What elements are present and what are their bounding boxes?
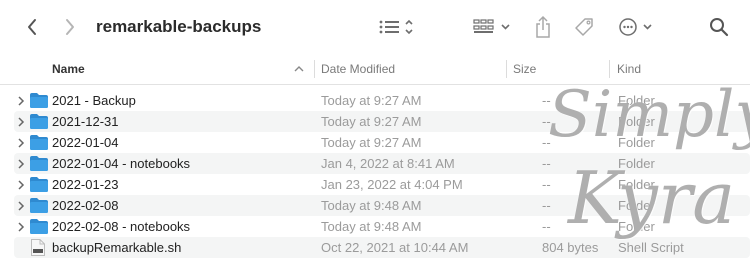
file-kind: Shell Script	[618, 240, 684, 255]
chevron-right-icon	[18, 179, 25, 190]
file-kind: Folder	[618, 135, 655, 150]
more-actions-button[interactable]	[616, 0, 658, 54]
column-header: Name Date Modified Size Kind	[0, 54, 750, 85]
disclosure-triangle[interactable]	[14, 174, 28, 195]
file-size: --	[542, 198, 551, 213]
folder-icon	[30, 219, 48, 234]
search-icon	[710, 18, 729, 37]
toolbar: remarkable-backups	[0, 0, 750, 54]
column-separator[interactable]	[609, 60, 610, 78]
file-row[interactable]: 2022-01-04 - notebooks Jan 4, 2022 at 8:…	[14, 153, 750, 174]
disclosure-triangle[interactable]	[14, 195, 28, 216]
disclosure-triangle[interactable]	[14, 132, 28, 153]
file-kind: Folder	[618, 177, 655, 192]
column-separator[interactable]	[314, 60, 315, 78]
tag-icon	[575, 18, 593, 36]
folder-icon	[30, 135, 48, 150]
shell-script-file-icon	[31, 239, 45, 256]
disclosure-triangle[interactable]	[14, 111, 28, 132]
chevron-right-icon	[18, 116, 25, 127]
folder-icon	[30, 177, 48, 192]
file-size: --	[542, 177, 551, 192]
disclosure-triangle[interactable]	[14, 153, 28, 174]
chevron-right-icon	[18, 200, 25, 211]
file-date: Today at 9:27 AM	[321, 93, 422, 108]
file-date: Jan 23, 2022 at 4:04 PM	[321, 177, 463, 192]
search-button[interactable]	[704, 0, 734, 54]
file-size: --	[542, 219, 551, 234]
group-icon	[473, 19, 510, 33]
file-name: 2021 - Backup	[52, 93, 136, 108]
file-row[interactable]: 2022-02-08 Today at 9:48 AM -- Folder	[14, 195, 750, 216]
disclosure-triangle[interactable]	[14, 90, 28, 111]
more-icon	[619, 18, 652, 36]
list-view-icon	[379, 19, 413, 35]
file-row[interactable]: 2022-01-04 Today at 9:27 AM -- Folder	[14, 132, 750, 153]
file-kind: Folder	[618, 198, 655, 213]
file-date: Oct 22, 2021 at 10:44 AM	[321, 240, 469, 255]
file-date: Today at 9:27 AM	[321, 114, 422, 129]
folder-icon	[30, 114, 48, 129]
file-kind: Folder	[618, 156, 655, 171]
file-date: Today at 9:48 AM	[321, 198, 422, 213]
file-row[interactable]: 2021-12-31 Today at 9:27 AM -- Folder	[14, 111, 750, 132]
chevron-right-icon	[66, 19, 74, 35]
folder-icon	[30, 93, 48, 108]
group-button[interactable]	[470, 0, 514, 54]
view-options-button[interactable]	[374, 0, 420, 54]
file-kind: Folder	[618, 114, 655, 129]
file-name: 2022-02-08 - notebooks	[52, 219, 191, 234]
folder-icon	[30, 198, 48, 213]
chevron-right-icon	[18, 137, 25, 148]
file-size: --	[542, 114, 551, 129]
file-size: --	[542, 135, 551, 150]
column-kind[interactable]: Kind	[617, 54, 641, 84]
folder-icon	[30, 156, 48, 171]
column-size[interactable]: Size	[513, 54, 536, 84]
file-size: 804 bytes	[542, 240, 599, 255]
file-name: 2022-02-08	[52, 198, 119, 213]
file-row[interactable]: 2022-01-23 Jan 23, 2022 at 4:04 PM -- Fo…	[14, 174, 750, 195]
column-date-modified[interactable]: Date Modified	[321, 54, 395, 84]
file-name: 2022-01-23	[52, 177, 119, 192]
column-name[interactable]: Name	[52, 54, 85, 84]
forward-button[interactable]	[56, 0, 84, 54]
file-date: Today at 9:48 AM	[321, 219, 422, 234]
share-button[interactable]	[530, 0, 556, 54]
chevron-right-icon	[18, 221, 25, 232]
file-kind: Folder	[618, 219, 655, 234]
tag-button[interactable]	[570, 0, 598, 54]
file-size: --	[542, 156, 551, 171]
file-name: backupRemarkable.sh	[52, 240, 182, 255]
chevron-right-icon	[18, 158, 25, 169]
file-row[interactable]: backupRemarkable.sh Oct 22, 2021 at 10:4…	[14, 237, 750, 258]
file-row[interactable]: 2021 - Backup Today at 9:27 AM -- Folder	[14, 90, 750, 111]
chevron-right-icon	[18, 95, 25, 106]
sort-ascending-icon[interactable]	[294, 65, 304, 73]
chevron-left-icon	[28, 19, 36, 35]
file-kind: Folder	[618, 93, 655, 108]
window-title: remarkable-backups	[96, 17, 262, 36]
disclosure-triangle[interactable]	[14, 216, 28, 237]
file-name: 2022-01-04 - notebooks	[52, 156, 191, 171]
file-date: Jan 4, 2022 at 8:41 AM	[321, 156, 455, 171]
back-button[interactable]	[18, 0, 46, 54]
column-separator[interactable]	[506, 60, 507, 78]
file-date: Today at 9:27 AM	[321, 135, 422, 150]
file-row[interactable]: 2022-02-08 - notebooks Today at 9:48 AM …	[14, 216, 750, 237]
file-name: 2021-12-31	[52, 114, 119, 129]
file-size: --	[542, 93, 551, 108]
file-name: 2022-01-04	[52, 135, 119, 150]
share-icon	[536, 15, 550, 38]
